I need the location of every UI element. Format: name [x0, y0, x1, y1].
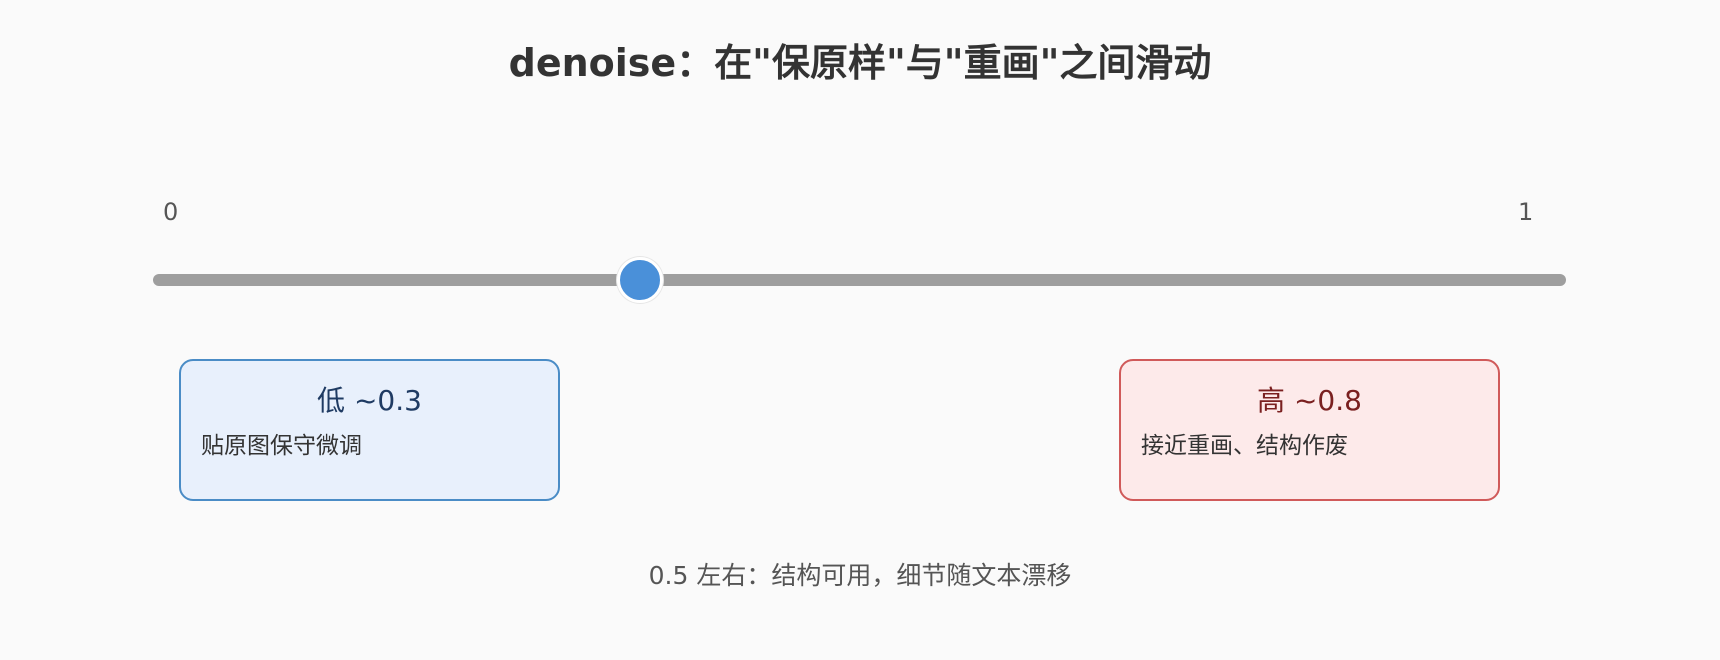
high-denoise-description: 接近重画、结构作废	[1141, 433, 1348, 459]
slider-min-label: 0	[163, 198, 179, 226]
mid-value-note: 0.5 左右：结构可用，细节随文本漂移	[648, 561, 1072, 590]
diagram-title: denoise：在"保原样"与"重画"之间滑动	[508, 41, 1212, 85]
slider-max-label: 1	[1518, 198, 1534, 226]
low-denoise-description: 贴原图保守微调	[201, 433, 362, 459]
low-denoise-card: 低 ~0.3 贴原图保守微调	[179, 359, 560, 501]
high-denoise-card: 高 ~0.8 接近重画、结构作废	[1119, 359, 1500, 501]
denoise-slider-thumb[interactable]	[617, 257, 664, 303]
low-denoise-heading: 低 ~0.3	[317, 384, 422, 417]
high-denoise-heading: 高 ~0.8	[1257, 384, 1362, 417]
denoise-slider-track[interactable]	[153, 274, 1566, 286]
